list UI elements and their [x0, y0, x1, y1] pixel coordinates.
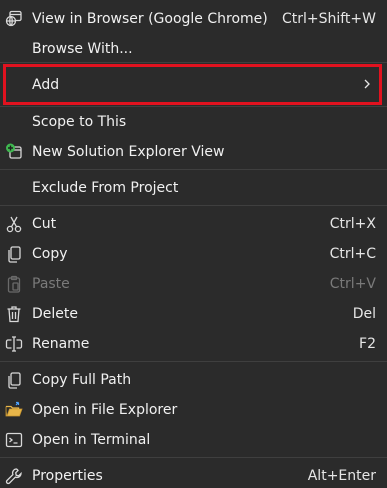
trash-icon: [4, 304, 24, 324]
menu-item-label: Browse With...: [32, 41, 133, 57]
menu-item-label: Open in File Explorer: [32, 402, 178, 418]
shortcut-label: Alt+Enter: [307, 468, 376, 484]
copy-icon: [4, 244, 24, 264]
chevron-right-icon: [361, 78, 373, 90]
rename-icon: [4, 334, 24, 354]
menu-item-new-solution-explorer-view[interactable]: New Solution Explorer View: [0, 137, 387, 167]
menu-item-label: View in Browser (Google Chrome): [32, 11, 268, 27]
menu-item-rename[interactable]: Rename F2: [0, 329, 387, 359]
shortcut-label: Ctrl+V: [329, 276, 376, 292]
new-solution-view-icon: [4, 142, 24, 162]
menu-separator: [0, 62, 387, 63]
menu-item-label: Scope to This: [32, 114, 127, 130]
menu-item-label: New Solution Explorer View: [32, 144, 225, 160]
menu-item-copy-full-path[interactable]: Copy Full Path: [0, 365, 387, 395]
menu-item-view-in-browser[interactable]: View in Browser (Google Chrome) Ctrl+Shi…: [0, 4, 387, 34]
scissors-icon: [4, 214, 24, 234]
menu-item-exclude-from-project[interactable]: Exclude From Project: [0, 173, 387, 203]
shortcut-label: F2: [359, 336, 376, 352]
menu-item-open-in-terminal[interactable]: Open in Terminal: [0, 425, 387, 455]
menu-separator: [0, 361, 387, 362]
menu-item-paste[interactable]: Paste Ctrl+V: [0, 269, 387, 299]
menu-separator: [0, 457, 387, 458]
shortcut-label: Del: [352, 306, 376, 322]
menu-item-label: Paste: [32, 276, 70, 292]
menu-item-label: Properties: [32, 468, 103, 484]
clipboard-icon: [4, 274, 24, 294]
menu-item-label: Copy Full Path: [32, 372, 132, 388]
shortcut-label: Ctrl+X: [329, 216, 376, 232]
folder-open-icon: [4, 400, 24, 420]
wrench-icon: [4, 466, 24, 486]
menu-item-copy[interactable]: Copy Ctrl+C: [0, 239, 387, 269]
menu-item-label: Open in Terminal: [32, 432, 151, 448]
menu-item-scope-to-this[interactable]: Scope to This: [0, 107, 387, 137]
context-menu: View in Browser (Google Chrome) Ctrl+Shi…: [0, 0, 387, 488]
menu-item-label: Copy: [32, 246, 68, 262]
browser-view-icon: [4, 9, 24, 29]
menu-item-label: Add: [32, 77, 60, 93]
menu-item-label: Rename: [32, 336, 90, 352]
menu-item-label: Exclude From Project: [32, 180, 179, 196]
copy-icon: [4, 370, 24, 390]
menu-item-cut[interactable]: Cut Ctrl+X: [0, 209, 387, 239]
menu-item-label: Delete: [32, 306, 78, 322]
menu-item-label: Cut: [32, 216, 57, 232]
menu-item-add[interactable]: Add: [3, 64, 382, 105]
menu-item-open-in-file-explorer[interactable]: Open in File Explorer: [0, 395, 387, 425]
menu-separator: [0, 169, 387, 170]
menu-item-properties[interactable]: Properties Alt+Enter: [0, 461, 387, 488]
menu-item-delete[interactable]: Delete Del: [0, 299, 387, 329]
menu-item-browse-with[interactable]: Browse With...: [0, 34, 387, 64]
shortcut-label: Ctrl+Shift+W: [281, 11, 376, 27]
menu-separator: [0, 205, 387, 206]
terminal-icon: [4, 430, 24, 450]
shortcut-label: Ctrl+C: [329, 246, 376, 262]
